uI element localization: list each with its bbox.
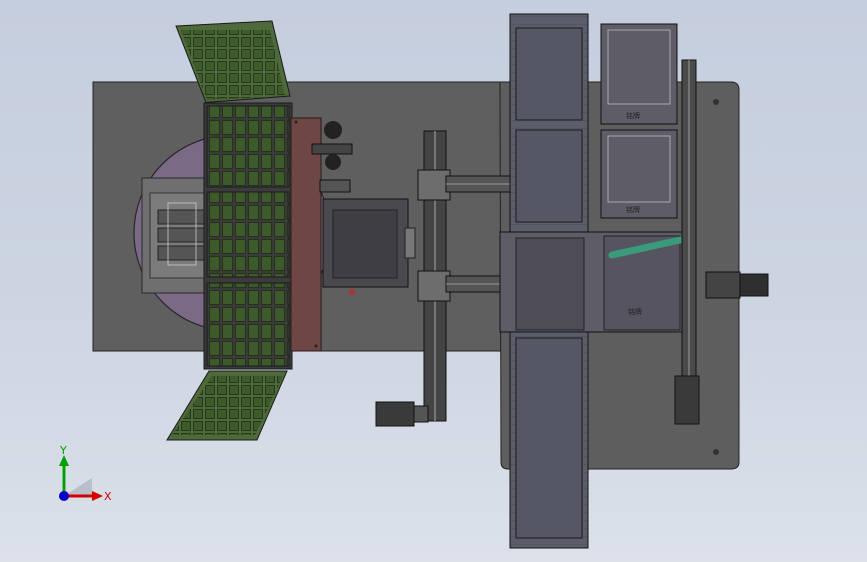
servo-motor-bottom bbox=[375, 401, 429, 427]
assembly-top-view[interactable]: 铭牌 铭牌 铭牌 Y X bbox=[0, 0, 867, 562]
actuator-box bbox=[322, 198, 416, 295]
coordinate-triad: Y X bbox=[59, 444, 112, 503]
servo-motor-right bbox=[705, 271, 769, 299]
right-station-middle: 铭牌 bbox=[600, 129, 678, 219]
triad-y-label: Y bbox=[59, 444, 67, 457]
tilted-tray-bottom bbox=[166, 370, 288, 441]
plate-label-2: 铭牌 bbox=[626, 111, 640, 120]
linear-rail-vertical bbox=[417, 130, 451, 422]
center-tray-stack bbox=[203, 102, 293, 370]
plate-label-1: 铭牌 bbox=[628, 307, 642, 316]
cad-viewport[interactable]: 铭牌 铭牌 铭牌 Y X bbox=[0, 0, 867, 562]
left-fixture-assembly bbox=[141, 177, 213, 294]
plate-label-3: 铭牌 bbox=[626, 205, 640, 214]
right-station-top: 铭牌 bbox=[600, 23, 678, 125]
triad-x-label: X bbox=[104, 490, 112, 503]
